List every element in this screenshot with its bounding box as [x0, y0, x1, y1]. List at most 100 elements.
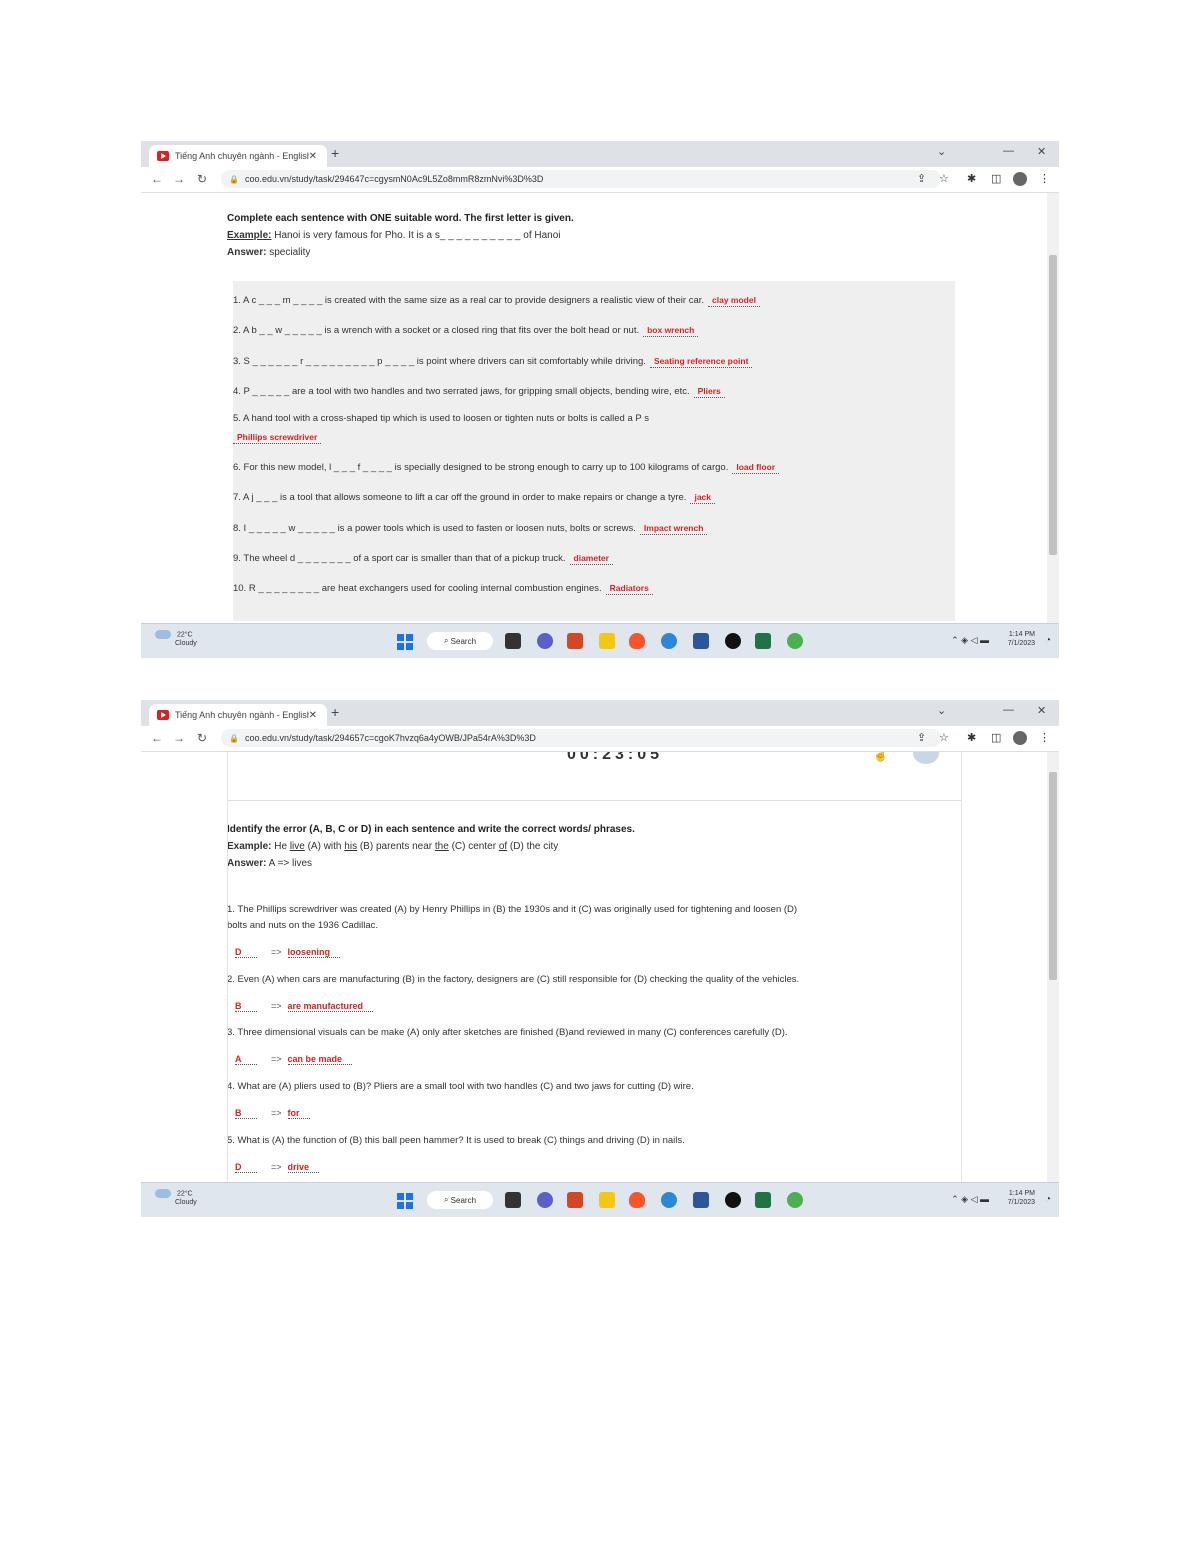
close-window-icon[interactable]: ✕ [1037, 704, 1046, 717]
answer-letter[interactable]: B [235, 1108, 257, 1119]
answer-field[interactable]: Radiators [605, 583, 653, 595]
url-field[interactable]: 🔒 coo.edu.vn/study/task/294657c=cgoK7hvz… [221, 729, 941, 747]
windows-start-icon[interactable] [397, 1193, 413, 1209]
clock[interactable]: 1:14 PM 7/1/2023 [1008, 1189, 1035, 1207]
weather-widget[interactable]: 22°C Cloudy [155, 630, 197, 648]
url-field[interactable]: 🔒 coo.edu.vn/study/task/294647c=cgysmN0A… [221, 170, 941, 188]
tab-search-icon[interactable]: ⌄ [937, 704, 946, 717]
user-avatar[interactable] [913, 752, 939, 764]
back-icon[interactable]: ← [151, 731, 163, 745]
profile-avatar[interactable] [1013, 172, 1027, 186]
back-icon[interactable]: ← [151, 172, 163, 186]
search-icon: ⌕ [443, 1195, 451, 1204]
bookmark-star-icon[interactable]: ☆ [939, 731, 949, 744]
brave-browser-icon[interactable] [629, 633, 645, 649]
answer-letter[interactable]: D [235, 1162, 257, 1173]
minimize-icon[interactable]: — [1003, 704, 1014, 716]
weather-widget[interactable]: 22°C Cloudy [155, 1189, 197, 1207]
error-question-list: 1. The Phillips screwdriver was created … [227, 896, 949, 1184]
bookmark-star-icon[interactable]: ☆ [939, 172, 949, 185]
task-view-icon[interactable] [505, 633, 521, 649]
task-view-icon[interactable] [505, 1192, 521, 1208]
minimize-icon[interactable]: — [1003, 145, 1014, 157]
answer-letter[interactable]: D [235, 947, 257, 958]
answer-field[interactable]: Impact wrench [639, 523, 708, 535]
taskbar-search[interactable]: ⌕ Search [427, 632, 493, 650]
answer-letter[interactable]: B [235, 1001, 257, 1012]
answer-field[interactable]: clay model [708, 295, 760, 307]
question-item: 1. The Phillips screwdriver was created … [227, 904, 798, 915]
answer-correction[interactable]: drive [287, 1162, 320, 1173]
profile-avatar[interactable] [1013, 731, 1027, 745]
sidepanel-icon[interactable]: ◫ [991, 731, 1001, 744]
answer-field[interactable]: Pliers [693, 386, 725, 398]
answer-correction[interactable]: can be made [287, 1054, 353, 1065]
tiktok-icon[interactable] [725, 1192, 741, 1208]
example-text: Hanoi is very famous for Pho. It is a s_… [271, 230, 561, 241]
zoom-icon[interactable] [661, 633, 677, 649]
clock[interactable]: 1:14 PM 7/1/2023 [1008, 630, 1035, 648]
new-tab-button[interactable]: + [331, 145, 339, 161]
brave-browser-icon[interactable] [629, 1192, 645, 1208]
word-icon[interactable] [693, 633, 709, 649]
page-viewport: Complete each sentence with ONE suitable… [141, 193, 1059, 625]
answer-field[interactable]: box wrench [643, 325, 699, 337]
answer-line: Answer: speciality [227, 247, 961, 258]
chrome-icon[interactable] [787, 1192, 803, 1208]
hand-icon[interactable]: ☝ [873, 752, 888, 762]
answer-correction[interactable]: for [287, 1108, 310, 1119]
chat-icon[interactable] [537, 1192, 553, 1208]
close-tab-icon[interactable]: ✕ [309, 151, 317, 162]
browser-tab[interactable]: Tiếng Anh chuyên ngành - English ✕ [149, 145, 327, 167]
windows-start-icon[interactable] [397, 634, 413, 650]
notification-icon[interactable]: ◔ [1045, 635, 1051, 646]
menu-icon[interactable]: ⋮ [1039, 731, 1050, 744]
powerpoint-icon[interactable] [567, 633, 583, 649]
tab-search-icon[interactable]: ⌄ [937, 145, 946, 158]
answer-row: D => loosening [235, 947, 341, 958]
menu-icon[interactable]: ⋮ [1039, 172, 1050, 185]
answer-field[interactable]: Phillips screwdriver [233, 432, 322, 444]
reload-icon[interactable]: ↻ [197, 731, 207, 745]
system-tray[interactable]: ⌃ ◈ ◁ ▬ [951, 1194, 989, 1205]
answer-correction[interactable]: are manufactured [287, 1001, 374, 1012]
chrome-icon[interactable] [787, 633, 803, 649]
scrollbar[interactable] [1047, 193, 1059, 625]
scrollbar-thumb[interactable] [1049, 255, 1057, 555]
share-icon[interactable]: ⇪ [917, 172, 926, 185]
zoom-icon[interactable] [661, 1192, 677, 1208]
file-explorer-icon[interactable] [599, 1192, 615, 1208]
answer-field[interactable]: Seating reference point [649, 356, 753, 368]
scrollbar[interactable] [1047, 752, 1059, 1184]
forward-icon[interactable]: → [173, 172, 185, 186]
question-item: 5. A hand tool with a cross-shaped tip w… [233, 413, 649, 424]
reload-icon[interactable]: ↻ [197, 172, 207, 186]
file-explorer-icon[interactable] [599, 633, 615, 649]
browser-tab[interactable]: Tiếng Anh chuyên ngành - English ✕ [149, 704, 327, 726]
close-window-icon[interactable]: ✕ [1037, 145, 1046, 158]
answer-field[interactable]: jack [690, 492, 715, 504]
taskbar-search[interactable]: ⌕ Search [427, 1191, 493, 1209]
answer-correction[interactable]: loosening [287, 947, 341, 958]
system-tray[interactable]: ⌃ ◈ ◁ ▬ [951, 635, 989, 646]
scrollbar-thumb[interactable] [1049, 772, 1057, 980]
answer-field[interactable]: load floor [732, 462, 780, 474]
sidepanel-icon[interactable]: ◫ [991, 172, 1001, 185]
close-tab-icon[interactable]: ✕ [309, 710, 317, 721]
notification-icon[interactable]: ◔ [1045, 1194, 1051, 1205]
chat-icon[interactable] [537, 633, 553, 649]
new-tab-button[interactable]: + [331, 704, 339, 720]
answer-field[interactable]: diameter [569, 553, 613, 565]
answer-letter[interactable]: A [235, 1054, 257, 1065]
tiktok-icon[interactable] [725, 633, 741, 649]
extensions-icon[interactable]: ✱ [967, 731, 976, 744]
share-icon[interactable]: ⇪ [917, 731, 926, 744]
answer-row: A => can be made [235, 1054, 353, 1065]
powerpoint-icon[interactable] [567, 1192, 583, 1208]
extensions-icon[interactable]: ✱ [967, 172, 976, 185]
excel-icon[interactable] [755, 633, 771, 649]
forward-icon[interactable]: → [173, 731, 185, 745]
excel-icon[interactable] [755, 1192, 771, 1208]
youtube-icon [157, 151, 169, 161]
word-icon[interactable] [693, 1192, 709, 1208]
